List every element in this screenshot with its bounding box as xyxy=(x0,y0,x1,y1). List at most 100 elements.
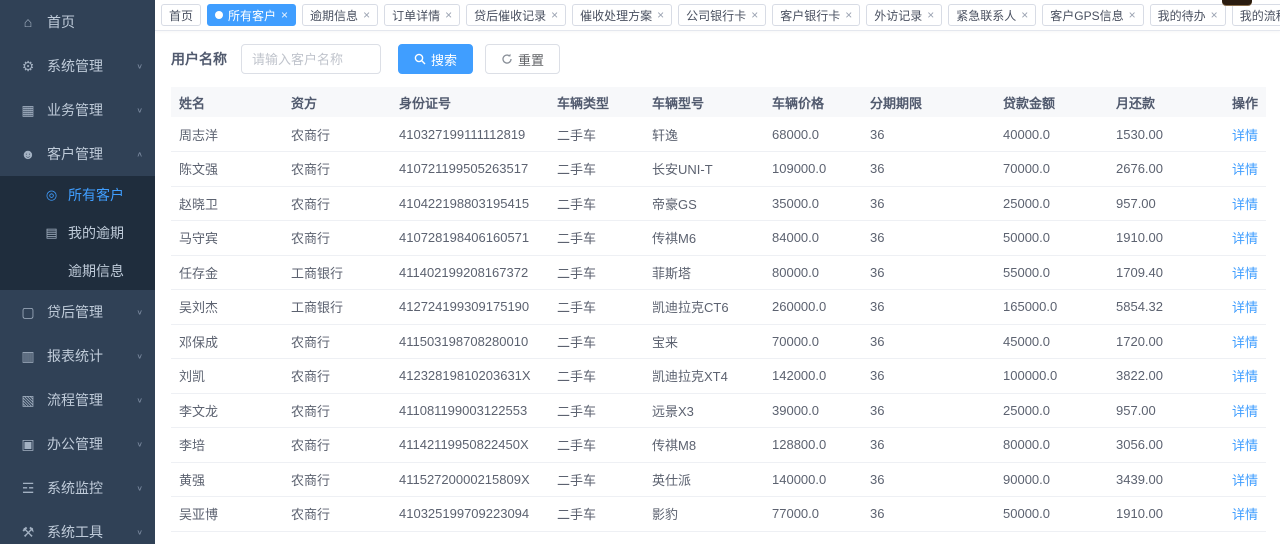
tab-7[interactable]: 客户银行卡× xyxy=(772,4,860,26)
detail-link[interactable]: 详情 xyxy=(1232,335,1258,350)
cell-term: 36 xyxy=(862,186,995,221)
cell-loan: 50000.0 xyxy=(995,221,1108,256)
user-icon: ☻ xyxy=(20,146,36,162)
cell-term: 36 xyxy=(862,290,995,325)
sidebar-item-top-2[interactable]: ▦业务管理∨ xyxy=(0,88,155,132)
customer-name-input[interactable] xyxy=(241,44,381,74)
close-icon[interactable]: × xyxy=(657,9,664,21)
detail-link[interactable]: 详情 xyxy=(1232,507,1258,522)
detail-link[interactable]: 详情 xyxy=(1232,438,1258,453)
tab-12[interactable]: 我的流程× xyxy=(1232,4,1280,26)
search-button[interactable]: 搜索 xyxy=(398,44,473,74)
sidebar-item-bottom-5[interactable]: ⚒系统工具∨ xyxy=(0,510,155,544)
cell-model: 凯迪拉克CT6 xyxy=(644,290,764,325)
cell-term: 36 xyxy=(862,255,995,290)
cell-idcard: 410325199709223094 xyxy=(391,497,549,532)
cell-name: 吴刘杰 xyxy=(171,290,283,325)
submenu-item-0[interactable]: ◎所有客户 xyxy=(0,176,155,214)
detail-link[interactable]: 详情 xyxy=(1232,300,1258,315)
my-overdue-icon: ▤ xyxy=(44,225,59,241)
avatar[interactable] xyxy=(1222,0,1252,5)
cell-loan: 80000.0 xyxy=(995,428,1108,463)
sidebar-item-bottom-0[interactable]: ▢ 贷后管理∨ xyxy=(0,290,155,334)
content-panel: 用户名称 搜索 重置 姓名资方身份证号车辆类型车辆型号车辆价格分期期限贷款金额月… xyxy=(155,31,1280,544)
cell-vehicle_type: 二手车 xyxy=(549,221,644,256)
cell-monthly: 3056.00 xyxy=(1108,428,1224,463)
tab-8[interactable]: 外访记录× xyxy=(866,4,942,26)
close-icon[interactable]: × xyxy=(445,9,452,21)
cell-name: 李文龙 xyxy=(171,393,283,428)
detail-link[interactable]: 详情 xyxy=(1232,266,1258,281)
cell-name: 黄强 xyxy=(171,462,283,497)
cell-name: 吴亚博 xyxy=(171,497,283,532)
cell-term: 36 xyxy=(862,462,995,497)
cell-idcard xyxy=(391,531,549,544)
tab-10[interactable]: 客户GPS信息× xyxy=(1042,4,1143,26)
close-icon[interactable]: × xyxy=(363,9,370,21)
monitor-icon: ☲ xyxy=(20,480,36,497)
chevron-down-icon: ∨ xyxy=(136,440,143,449)
close-icon[interactable]: × xyxy=(927,9,934,21)
sidebar-item-top-0[interactable]: ⌂首页 xyxy=(0,0,155,44)
column-header: 车辆价格 xyxy=(764,87,862,117)
cell-monthly: 957.00 xyxy=(1108,393,1224,428)
close-icon[interactable]: × xyxy=(551,9,558,21)
close-icon[interactable]: × xyxy=(1129,9,1136,21)
cell-monthly: 2676.00 xyxy=(1108,152,1224,187)
sidebar-item-bottom-3[interactable]: ▣办公管理∨ xyxy=(0,422,155,466)
detail-link[interactable]: 详情 xyxy=(1232,369,1258,384)
tab-6[interactable]: 公司银行卡× xyxy=(678,4,766,26)
sidebar-item-bottom-2[interactable]: ▧流程管理∨ xyxy=(0,378,155,422)
detail-link[interactable]: 详情 xyxy=(1232,197,1258,212)
cell-monthly xyxy=(1108,531,1224,544)
sidebar-item-label: 报表统计 xyxy=(47,346,136,366)
tab-3[interactable]: 订单详情× xyxy=(384,4,460,26)
column-header: 分期期限 xyxy=(862,87,995,117)
cell-price: 128800.0 xyxy=(764,428,862,463)
cell-loan xyxy=(995,531,1108,544)
cell-model xyxy=(644,531,764,544)
cell-loan: 100000.0 xyxy=(995,359,1108,394)
tab-2[interactable]: 逾期信息 × xyxy=(302,4,378,26)
cell-monthly: 3822.00 xyxy=(1108,359,1224,394)
cell-action: 详情 xyxy=(1224,497,1266,532)
sidebar-item-top-1[interactable]: ⚙系统管理∨ xyxy=(0,44,155,88)
tab-label: 逾期信息 xyxy=(310,7,358,24)
detail-link[interactable]: 详情 xyxy=(1232,231,1258,246)
tab-1[interactable]: 所有客户× xyxy=(207,4,296,26)
close-icon[interactable]: × xyxy=(751,9,758,21)
close-icon[interactable]: × xyxy=(1021,9,1028,21)
tab-0[interactable]: 首页 xyxy=(161,4,201,26)
tab-4[interactable]: 贷后催收记录× xyxy=(466,4,566,26)
column-header: 车辆类型 xyxy=(549,87,644,117)
sidebar-item-label: 贷后管理 xyxy=(47,302,136,322)
loan-icon: ▢ xyxy=(20,304,36,321)
cell-name xyxy=(171,531,283,544)
tab-9[interactable]: 紧急联系人× xyxy=(948,4,1036,26)
tab-11[interactable]: 我的待办× xyxy=(1150,4,1226,26)
tab-5[interactable]: 催收处理方案× xyxy=(572,4,672,26)
cell-price xyxy=(764,531,862,544)
cell-action: 详情 xyxy=(1224,221,1266,256)
column-header: 贷款金额 xyxy=(995,87,1108,117)
close-icon[interactable]: × xyxy=(281,9,288,21)
submenu-item-2[interactable]: 逾期信息 xyxy=(0,252,155,290)
detail-link[interactable]: 详情 xyxy=(1232,473,1258,488)
column-header: 姓名 xyxy=(171,87,283,117)
detail-link[interactable]: 详情 xyxy=(1232,162,1258,177)
reset-button[interactable]: 重置 xyxy=(485,44,560,74)
table-row: 李文龙农商行411081199003122553二手车远景X339000.036… xyxy=(171,393,1266,428)
close-icon[interactable]: × xyxy=(1211,9,1218,21)
sidebar-item-bottom-4[interactable]: ☲系统监控∨ xyxy=(0,466,155,510)
close-icon[interactable]: × xyxy=(845,9,852,21)
sidebar-item-label: 客户管理 xyxy=(47,144,136,164)
cell-idcard: 41152720000215809X xyxy=(391,462,549,497)
detail-link[interactable]: 详情 xyxy=(1232,404,1258,419)
chevron-down-icon: ∨ xyxy=(136,308,143,317)
sidebar-item-bottom-1[interactable]: ▥报表统计∨ xyxy=(0,334,155,378)
submenu-item-1[interactable]: ▤我的逾期 xyxy=(0,214,155,252)
cell-action: 详情 xyxy=(1224,255,1266,290)
detail-link[interactable]: 详情 xyxy=(1232,128,1258,143)
sidebar-item-top-3[interactable]: ☻客户管理∧ xyxy=(0,132,155,176)
cell-model: 传祺M6 xyxy=(644,221,764,256)
